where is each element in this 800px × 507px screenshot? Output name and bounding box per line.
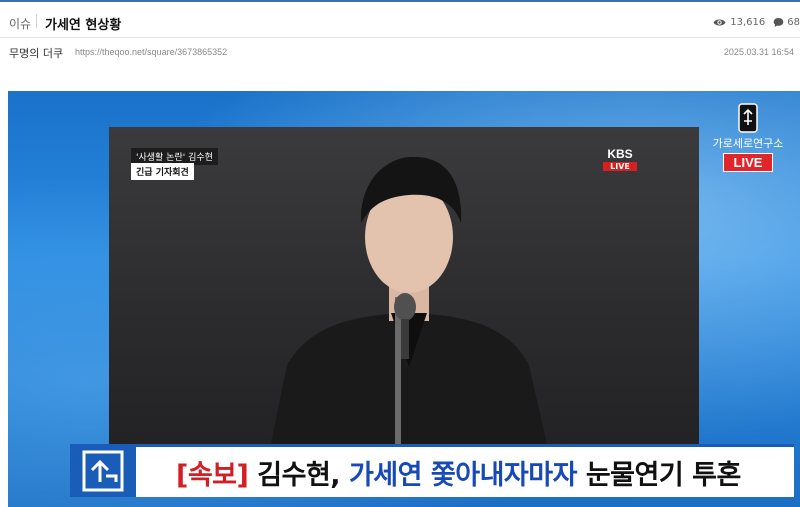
comment-icon [773,18,784,27]
network-bug: KBS LIVE [603,147,637,171]
post-title: 가세연 현상황 [45,18,122,33]
post-url-link[interactable]: https://theqoo.net/square/3673865352 [75,47,227,57]
post-stats: 13,616 68 [713,17,800,28]
ticker-flash-label: [속보] [176,460,249,491]
network-name: KBS [607,147,633,161]
broadcast-screen: '사생활 논란' 김수현 긴급 기자회견 KBS LIVE [109,127,699,453]
ticker-headline: [속보] 김수현, 가세연 쫓아내자마자 눈물연기 투혼 [176,453,741,492]
post-meta: 무명의 더쿠 https://theqoo.net/square/3673865… [0,39,800,67]
post-category[interactable]: 이슈 [9,15,31,32]
author-name: 무명의 더쿠 [9,47,64,60]
ticker-logo-box [70,444,136,497]
channel-branding: 가로세로연구소 LIVE [708,103,788,172]
ticker-part-1: 김수현, [257,460,341,491]
comment-count[interactable]: 68 [787,17,800,28]
news-ticker: [속보] 김수현, 가세연 쫓아내자마자 눈물연기 투혼 [70,444,794,497]
header-divider [36,14,37,28]
ticker-part-2: 가세연 쫓아내자마자 [348,460,577,491]
post-image: '사생활 논란' 김수현 긴급 기자회견 KBS LIVE 가로세로연구소 LI… [8,91,800,507]
ticker-logo-icon [82,450,124,492]
channel-logo-icon [738,103,758,133]
post-date: 2025.03.31 16:54 [723,47,794,57]
channel-live-badge: LIVE [722,153,774,172]
post-header: 이슈 가세연 현상황 13,616 68 [0,2,800,38]
speaker-figure [269,156,549,453]
ticker-headline-bar: [속보] 김수현, 가세연 쫓아내자마자 눈물연기 투혼 [136,444,794,497]
caption-bottom: 긴급 기자회견 [131,163,194,180]
view-count: 13,616 [730,17,766,28]
ticker-part-3: 눈물연기 투혼 [585,460,741,491]
network-live-badge: LIVE [603,162,637,171]
eye-icon [713,19,726,26]
channel-name: 가로세로연구소 [712,137,784,150]
